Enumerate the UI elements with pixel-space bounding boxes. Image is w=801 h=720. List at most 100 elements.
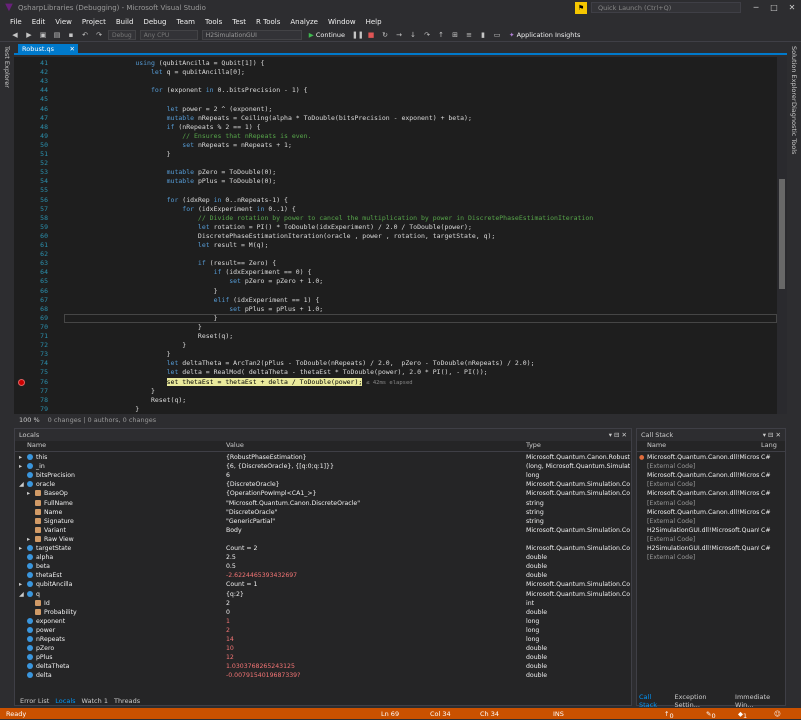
open-icon[interactable]: ▤ [52,31,62,39]
locals-row[interactable]: exponent 1 long [15,617,631,626]
comment-icon[interactable]: ▭ [492,31,502,39]
call-stack-row[interactable]: [External Code] [637,462,785,471]
test-explorer-tab[interactable]: Test Explorer [3,46,11,88]
locals-row[interactable]: alpha 2.5 double [15,553,631,562]
locals-row[interactable]: delta -0.0079154019687339? double [15,671,631,680]
locals-row[interactable]: ▸ BaseOp {OperationPowImpl<CA1_>} Microsoft… [15,489,631,498]
local-value[interactable]: 0 [226,608,522,617]
code-line[interactable]: let q = qubitAncilla[0]; [104,68,245,77]
stop-icon[interactable]: ■ [366,31,376,39]
locals-row[interactable]: deltaTheta 1.0303768265243125 double [15,662,631,671]
continue-button[interactable]: ▶ Continue [306,31,348,39]
local-value[interactable]: 10 [226,644,522,653]
locals-row[interactable]: Id 2 int [15,599,631,608]
local-value[interactable]: "Microsoft.Quantum.Canon.DiscreteOracle" [226,499,522,508]
call-stack-row[interactable]: [External Code] [637,480,785,489]
minimize-button[interactable]: ─ [747,3,765,12]
tab-watch-1[interactable]: Watch 1 [82,697,108,705]
code-line[interactable]: let rotation = PI() * ToDouble(idxExperi… [104,223,472,232]
code-line[interactable]: if (result== Zero) { [104,259,276,268]
call-stack-row[interactable]: Microsoft.Quantum.Canon.dll!Microsoft C# [637,489,785,498]
local-value[interactable]: Count = 2 [226,544,522,553]
code-line[interactable]: } [104,287,218,296]
code-line[interactable]: // Divide rotation by power to cancel th… [104,214,593,223]
zoom-level[interactable]: 100 % [19,416,40,424]
col-type-header[interactable]: Type [526,441,541,449]
locals-row[interactable]: ▸ _in {6, {DiscreteOracle}, {[q:0;q:1]}} (l… [15,462,631,471]
diagnostic-tools-tab[interactable]: Diagnostic Tools [790,102,798,154]
menu-item-build[interactable]: Build [111,18,139,26]
locals-row[interactable]: pPlus 12 double [15,653,631,662]
local-value[interactable]: {6, {DiscreteOracle}, {[q:0;q:1]}} [226,462,522,471]
expand-toggle-icon[interactable]: ◢ [19,590,27,599]
back-icon[interactable]: ◀ [10,31,20,39]
local-value[interactable]: 2 [226,626,522,635]
local-value[interactable]: 6 [226,471,522,480]
breakpoint-icon[interactable] [18,378,25,386]
code-line[interactable]: let power = 2 ^ (exponent); [104,105,273,114]
locals-row[interactable]: ◢ oracle {DiscreteOracle} Microsoft.Quantum… [15,480,631,489]
code-line[interactable]: elif (idxExperiment == 1) { [104,296,320,305]
locals-row[interactable]: thetaEst -2.6224465393432697 double [15,571,631,580]
locals-row[interactable]: bitsPrecision 6 long [15,471,631,480]
startup-project-dropdown[interactable]: H2SimulationGUI [201,29,302,40]
menu-item-debug[interactable]: Debug [138,18,171,26]
expand-toggle-icon[interactable]: ▸ [19,462,27,471]
call-stack-row[interactable]: Microsoft.Quantum.Canon.dll!Microsoft C# [637,471,785,480]
menu-item-edit[interactable]: Edit [27,18,51,26]
new-item-icon[interactable]: ▣ [38,31,48,39]
code-line[interactable]: Reset(q); [104,332,233,341]
pending-edits-icon[interactable]: ✎ 0 [706,710,716,720]
tab-robust-qs[interactable]: Robust.qs ✕ [18,44,78,55]
tab-immediate-win[interactable]: Immediate Win... [735,693,786,709]
tab-call-stack[interactable]: Call Stack [639,693,669,709]
scrollbar-thumb[interactable] [779,179,785,289]
panel-controls-icon[interactable]: ▾ ⊟ ✕ [609,429,627,441]
cs-panel-controls-icon[interactable]: ▾ ⊟ ✕ [763,429,781,441]
code-line[interactable]: } [104,405,139,414]
call-stack-row[interactable]: Microsoft.Quantum.Canon.dll!Microsoft C# ● [637,453,785,462]
configuration-dropdown[interactable]: Debug [108,29,136,40]
threads-icon[interactable]: ≡ [464,31,474,39]
expand-toggle-icon[interactable]: ◢ [19,480,27,489]
local-value[interactable]: 2.5 [226,553,522,562]
quick-launch-input[interactable]: Quick Launch (Ctrl+Q) [591,2,741,13]
tab-error-list[interactable]: Error List [20,697,49,705]
expand-toggle-icon[interactable]: ▸ [19,453,27,462]
local-value[interactable]: 1.0303768265243125 [226,662,522,671]
notification-flag-icon[interactable]: ⚑ [575,1,587,14]
locals-row[interactable]: Probability 0 double [15,608,631,617]
undo-icon[interactable]: ↶ [80,31,90,39]
expand-toggle-icon[interactable]: ▸ [27,489,35,498]
code-line[interactable]: using (qubitAncilla = Qubit[1]) { [104,59,264,68]
menu-item-team[interactable]: Team [171,18,200,26]
save-icon[interactable]: ▪ [66,31,76,39]
solution-explorer-tab[interactable]: Solution Explorer [790,46,798,102]
code-line[interactable]: let delta = RealMod( deltaTheta - thetaE… [104,368,488,377]
locals-row[interactable]: Variant Body Microsoft.Quantum.Simulation.… [15,526,631,535]
code-line[interactable]: // Ensures that nRepeats is even. [104,132,311,141]
maximize-button[interactable]: □ [765,3,783,12]
col-value-header[interactable]: Value [226,441,244,449]
locals-row[interactable]: ◢ q {q:2} Microsoft.Quantum.Simulation.Co [15,590,631,599]
code-line[interactable]: set pPlus = pPlus + 1.0; [104,305,323,314]
code-line[interactable]: } [104,150,171,159]
code-line[interactable]: mutable nRepeats = Ceiling(alpha * ToDou… [104,114,472,123]
locals-row[interactable]: ▸ targetState Count = 2 Microsoft.Quantum.S… [15,544,631,553]
local-value[interactable]: {DiscreteOracle} [226,480,522,489]
locals-row[interactable]: Name "DiscreteOracle" string [15,508,631,517]
locals-row[interactable]: FullName "Microsoft.Quantum.Canon.Discret… [15,499,631,508]
code-line[interactable]: let result = M(q); [104,241,268,250]
application-insights-button[interactable]: ✦ Application Insights [506,31,583,39]
local-value[interactable]: "DiscreteOracle" [226,508,522,517]
code-line[interactable]: for (idxExperiment in 0..1) { [104,205,296,214]
col-name-header[interactable]: Name [27,441,46,449]
code-line[interactable]: Reset(q); [104,396,186,405]
code-line[interactable]: set pZero = pZero + 1.0; [104,277,323,286]
platform-dropdown[interactable]: Any CPU [139,29,198,40]
code-line[interactable]: for (exponent in 0..bitsPrecision - 1) { [104,86,308,95]
menu-item-tools[interactable]: Tools [200,18,227,26]
local-value[interactable]: "GenericPartial" [226,517,522,526]
local-value[interactable]: 12 [226,653,522,662]
local-value[interactable]: 1 [226,617,522,626]
